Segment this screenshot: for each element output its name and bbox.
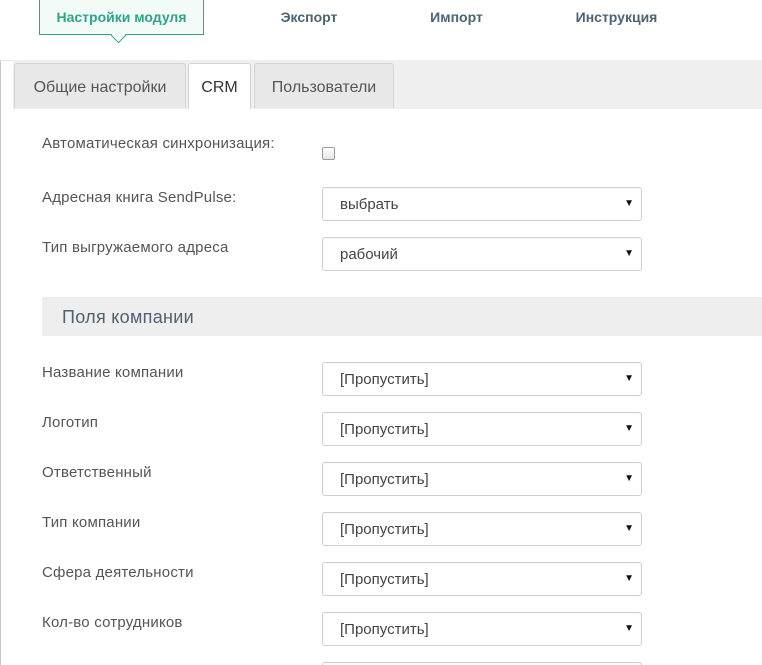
address-book-label: Адресная книга SendPulse: xyxy=(42,189,237,206)
select-value: [Пропустить] xyxy=(340,571,429,588)
select-company-type[interactable]: [Пропустить] ▼ xyxy=(322,512,642,546)
caret-down-icon: ▼ xyxy=(624,573,634,584)
select-value: [Пропустить] xyxy=(340,371,429,388)
address-book-select[interactable]: выбрать ▼ xyxy=(322,187,642,221)
caret-down-icon: ▼ xyxy=(624,523,634,534)
caret-down-icon: ▼ xyxy=(624,198,634,209)
tab-general-settings[interactable]: Общие настройки xyxy=(14,63,186,108)
select-company-name[interactable]: [Пропустить] ▼ xyxy=(322,362,642,396)
nav-instructions[interactable]: Инструкция xyxy=(560,0,673,35)
company-fields-section-header: Поля компании xyxy=(42,297,762,336)
select-value: [Пропустить] xyxy=(340,471,429,488)
tab-users[interactable]: Пользователи xyxy=(254,63,394,108)
nav-import[interactable]: Импорт xyxy=(414,0,499,35)
field-label-company-type: Тип компании xyxy=(42,514,141,531)
field-label-responsible: Ответственный xyxy=(42,464,152,481)
address-type-select[interactable]: рабочий ▼ xyxy=(322,237,642,271)
auto-sync-label: Автоматическая синхронизация: xyxy=(42,135,275,152)
caret-down-icon: ▼ xyxy=(624,473,634,484)
settings-tab-bar: Общие настройки CRM Пользователи xyxy=(13,60,762,109)
select-value: [Пропустить] xyxy=(340,621,429,638)
field-label-company-name: Название компании xyxy=(42,364,184,381)
select-industry[interactable]: [Пропустить] ▼ xyxy=(322,562,642,596)
select-value: [Пропустить] xyxy=(340,421,429,438)
tab-crm[interactable]: CRM xyxy=(188,63,251,109)
caret-down-icon: ▼ xyxy=(624,423,634,434)
select-value: [Пропустить] xyxy=(340,521,429,538)
select-responsible[interactable]: [Пропустить] ▼ xyxy=(322,462,642,496)
address-type-select-value: рабочий xyxy=(340,246,398,263)
caret-down-icon: ▼ xyxy=(624,623,634,634)
nav-export[interactable]: Экспорт xyxy=(264,0,354,35)
top-navigation: Настройки модуля Экспорт Импорт Инструкц… xyxy=(0,0,762,61)
caret-down-icon: ▼ xyxy=(624,373,634,384)
field-label-employees: Кол-во сотрудников xyxy=(42,614,183,631)
select-logo[interactable]: [Пропустить] ▼ xyxy=(322,412,642,446)
section-title: Поля компании xyxy=(62,307,194,327)
field-label-logo: Логотип xyxy=(42,414,99,431)
caret-down-icon: ▼ xyxy=(624,248,634,259)
address-type-label: Тип выгружаемого адреса xyxy=(42,239,229,256)
field-label-industry: Сфера деятельности xyxy=(42,564,194,581)
address-book-select-value: выбрать xyxy=(340,196,399,213)
auto-sync-checkbox[interactable] xyxy=(322,147,335,160)
page-left-border xyxy=(0,0,1,665)
select-employees[interactable]: [Пропустить] ▼ xyxy=(322,612,642,646)
